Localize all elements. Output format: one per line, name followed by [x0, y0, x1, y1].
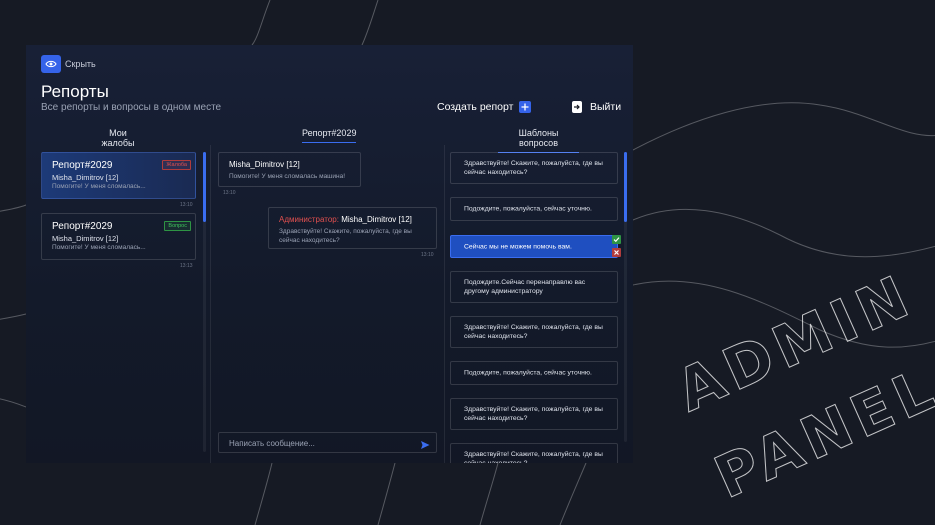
- template-text: Здравствуйте! Скажите, пожалуйста, где в…: [464, 324, 603, 340]
- report-card[interactable]: Репорт#2029 Misha_Dimitrov [12] Помогите…: [41, 213, 196, 260]
- template-text: Сейчас мы не можем помочь вам.: [464, 243, 572, 250]
- chat-message-admin: Администратор: Misha_Dimitrov [12] Здрав…: [268, 207, 437, 249]
- admin-panel-stage: ADMIN PANEL Скрыть Репорты Все репорты и…: [0, 0, 935, 525]
- report-title: Репорт#2029: [52, 160, 113, 171]
- template-text: Подождите, пожалуйста, сейчас уточню.: [464, 205, 592, 213]
- report-message: Помогите! У меня сломалась...: [52, 244, 146, 251]
- report-card[interactable]: Репорт#2029 Misha_Dimitrov [12] Помогите…: [41, 152, 196, 199]
- report-title: Репорт#2029: [52, 221, 113, 232]
- check-icon: [613, 237, 620, 243]
- tab-report[interactable]: Репорт#2029: [302, 128, 356, 143]
- close-icon: [614, 250, 619, 255]
- tab-templates-label: Шаблоны вопросов: [518, 128, 559, 148]
- template-item[interactable]: Подождите, пожалуйста, сейчас уточню.: [450, 361, 618, 385]
- templates-scrollbar-thumb[interactable]: [624, 152, 627, 222]
- message-input-box: [218, 432, 437, 455]
- report-time: 13:13: [180, 263, 193, 269]
- hide-label: Скрыть: [65, 59, 96, 69]
- template-text: Здравствуйте! Скажите, пожалуйста, где в…: [464, 451, 603, 463]
- create-report-label: Создать репорт: [437, 101, 514, 113]
- report-message: Помогите! У меня сломалась...: [52, 183, 146, 190]
- report-user: Misha_Dimitrov [12]: [52, 173, 119, 182]
- template-text: Подождите, пожалуйста, сейчас уточню.: [464, 369, 592, 377]
- chat-message-user: Misha_Dimitrov [12] Помогите! У меня сло…: [218, 152, 361, 187]
- template-item[interactable]: Здравствуйте! Скажите, пожалуйста, где в…: [450, 316, 618, 348]
- template-item[interactable]: Подождите, пожалуйста, сейчас уточню.: [450, 197, 618, 221]
- confirm-template-button[interactable]: [612, 235, 621, 244]
- message-text: Здравствуйте! Скажите, пожалуйста, где в…: [279, 228, 412, 244]
- reports-scrollbar-thumb[interactable]: [203, 152, 206, 222]
- template-item[interactable]: Здравствуйте! Скажите, пожалуйста, где в…: [450, 443, 618, 463]
- template-item[interactable]: Здравствуйте! Скажите, пожалуйста, где в…: [450, 152, 618, 184]
- column-divider: [210, 145, 211, 463]
- template-text: Подождите.Сейчас перенаправлю вас другом…: [464, 279, 586, 295]
- message-text: Помогите! У меня сломалась машина!: [229, 173, 346, 180]
- tab-my-complaints-label: Мои жалобы: [101, 128, 135, 148]
- tab-question-templates[interactable]: Шаблоны вопросов: [498, 128, 579, 153]
- tab-my-complaints[interactable]: Мои жалобы: [92, 128, 144, 153]
- template-text: Здравствуйте! Скажите, пожалуйста, где в…: [464, 160, 603, 176]
- message-time: 13:10: [223, 190, 236, 196]
- message-author: Misha_Dimitrov [12]: [229, 160, 300, 169]
- create-report-button[interactable]: Создать репорт: [437, 101, 532, 113]
- message-time: 13:10: [421, 252, 434, 258]
- send-icon[interactable]: [420, 437, 430, 455]
- report-user: Misha_Dimitrov [12]: [52, 234, 119, 243]
- exit-button[interactable]: Выйти: [572, 101, 621, 113]
- question-badge: Вопрос: [164, 221, 191, 231]
- admin-role-label: Администратор:: [279, 215, 339, 224]
- plus-icon: [519, 101, 532, 113]
- page-subtitle: Все репорты и вопросы в одном месте: [41, 102, 222, 113]
- column-divider: [444, 145, 445, 463]
- eye-icon: [41, 55, 61, 73]
- template-item[interactable]: Здравствуйте! Скажите, пожалуйста, где в…: [450, 398, 618, 430]
- tab-report-label: Репорт#2029: [302, 128, 357, 138]
- logout-icon: [572, 101, 582, 113]
- reject-template-button[interactable]: [612, 248, 621, 257]
- template-text: Здравствуйте! Скажите, пожалуйста, где в…: [464, 406, 603, 422]
- hide-button[interactable]: Скрыть: [41, 55, 96, 73]
- message-header: Администратор: Misha_Dimitrov [12]: [279, 215, 412, 224]
- page-title: Репорты: [41, 82, 109, 101]
- complaint-badge: Жалоба: [162, 160, 191, 170]
- reports-panel: Скрыть Репорты Все репорты и вопросы в о…: [26, 45, 633, 463]
- message-input[interactable]: [227, 433, 416, 454]
- message-author: Misha_Dimitrov [12]: [341, 215, 412, 224]
- report-time: 13:10: [180, 202, 193, 208]
- tab-underline: [302, 142, 356, 143]
- template-item[interactable]: Подождите.Сейчас перенаправлю вас другом…: [450, 271, 618, 303]
- template-item-selected[interactable]: Сейчас мы не можем помочь вам.: [450, 235, 618, 258]
- exit-label: Выйти: [590, 101, 622, 113]
